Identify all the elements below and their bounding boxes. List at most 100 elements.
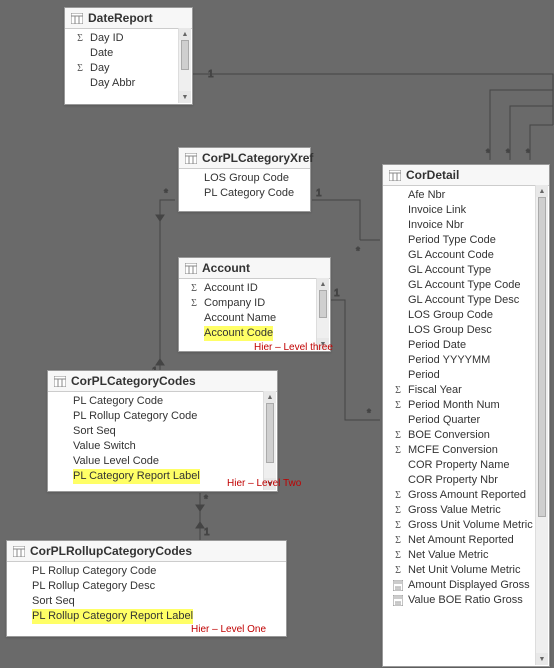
table-header[interactable]: Account — [179, 258, 330, 279]
blank-icon — [73, 48, 87, 60]
field-row[interactable]: Period YYYYMM — [383, 353, 549, 368]
field-row[interactable]: ΣNet Unit Volume Metric — [383, 563, 549, 578]
field-label: Day — [90, 61, 110, 76]
field-row[interactable]: ΣAccount ID — [179, 281, 330, 296]
field-row[interactable]: ΣCompany ID — [179, 296, 330, 311]
field-row[interactable]: Period Date — [383, 338, 549, 353]
field-row[interactable]: ΣBOE Conversion — [383, 428, 549, 443]
table-account[interactable]: Account ΣAccount IDΣCompany IDAccount Na… — [178, 257, 331, 352]
field-row[interactable]: ΣGross Value Metric — [383, 503, 549, 518]
field-row[interactable]: Value BOE Ratio Gross — [383, 593, 549, 608]
field-row[interactable]: Period Quarter — [383, 413, 549, 428]
field-label: GL Account Type Code — [408, 278, 521, 293]
field-row[interactable]: Value Switch — [48, 439, 277, 454]
blank-icon — [391, 280, 405, 292]
table-icon — [185, 263, 197, 274]
table-cordetail[interactable]: CorDetail Afe NbrInvoice LinkInvoice Nbr… — [382, 164, 550, 667]
field-row[interactable]: ΣPeriod Month Num — [383, 398, 549, 413]
field-label: PL Category Code — [73, 394, 163, 409]
scrollbar[interactable]: ▲ ▼ — [316, 278, 329, 350]
scroll-up-icon[interactable]: ▲ — [179, 28, 191, 40]
table-corplcategoryxref[interactable]: CorPLCategoryXref LOS Group CodePL Categ… — [178, 147, 311, 212]
field-row[interactable]: Sort Seq — [48, 424, 277, 439]
field-list: ΣAccount IDΣCompany IDAccount NameAccoun… — [179, 279, 330, 345]
table-icon — [185, 153, 197, 164]
scroll-up-icon[interactable]: ▲ — [317, 278, 329, 290]
field-label: Gross Value Metric — [408, 503, 501, 518]
field-row[interactable]: ΣNet Value Metric — [383, 548, 549, 563]
scroll-thumb[interactable] — [319, 290, 327, 318]
calculator-icon — [391, 595, 405, 607]
sigma-icon: Σ — [391, 400, 405, 412]
field-row[interactable]: LOS Group Desc — [383, 323, 549, 338]
blank-icon — [391, 340, 405, 352]
field-row[interactable]: Amount Displayed Gross — [383, 578, 549, 593]
blank-icon — [187, 188, 201, 200]
field-row[interactable]: COR Property Name — [383, 458, 549, 473]
field-label: Value BOE Ratio Gross — [408, 593, 523, 608]
field-label: Date — [90, 46, 113, 61]
field-row[interactable]: GL Account Type Code — [383, 278, 549, 293]
scroll-thumb[interactable] — [266, 403, 274, 463]
field-label: Account ID — [204, 281, 258, 296]
annotation-level-two: Hier – Level Two — [227, 478, 301, 489]
table-corplrollupcategorycodes[interactable]: CorPLRollupCategoryCodes PL Rollup Categ… — [6, 540, 287, 637]
table-header[interactable]: CorPLCategoryXref — [179, 148, 310, 169]
scrollbar[interactable]: ▲ ▼ — [178, 28, 191, 103]
field-label: Day ID — [90, 31, 124, 46]
scrollbar[interactable]: ▲ ▼ — [263, 391, 276, 490]
table-title: CorPLCategoryCodes — [71, 374, 196, 388]
scroll-up-icon[interactable]: ▲ — [264, 391, 276, 403]
field-row[interactable]: GL Account Type Desc — [383, 293, 549, 308]
table-title: CorDetail — [406, 168, 459, 182]
field-row[interactable]: Period — [383, 368, 549, 383]
field-row[interactable]: ΣMCFE Conversion — [383, 443, 549, 458]
blank-icon — [391, 370, 405, 382]
field-row[interactable]: ΣDay ID — [65, 31, 192, 46]
field-row[interactable]: Value Level Code — [48, 454, 277, 469]
field-row[interactable]: PL Rollup Category Code — [7, 564, 286, 579]
field-row[interactable]: Sort Seq — [7, 594, 286, 609]
field-row[interactable]: PL Rollup Category Code — [48, 409, 277, 424]
field-row[interactable]: PL Rollup Category Desc — [7, 579, 286, 594]
scroll-up-icon[interactable]: ▲ — [536, 185, 548, 197]
field-row[interactable]: ΣFiscal Year — [383, 383, 549, 398]
field-row[interactable]: Day Abbr — [65, 76, 192, 91]
table-header[interactable]: DateReport — [65, 8, 192, 29]
table-header[interactable]: CorPLRollupCategoryCodes — [7, 541, 286, 562]
field-row[interactable]: ΣNet Amount Reported — [383, 533, 549, 548]
field-row[interactable]: Period Type Code — [383, 233, 549, 248]
scroll-thumb[interactable] — [538, 197, 546, 517]
field-label: Company ID — [204, 296, 265, 311]
field-row[interactable]: GL Account Type — [383, 263, 549, 278]
field-row[interactable]: ΣGross Amount Reported — [383, 488, 549, 503]
field-label: LOS Group Desc — [408, 323, 492, 338]
field-label: PL Rollup Category Desc — [32, 579, 155, 594]
scroll-down-icon[interactable]: ▼ — [536, 653, 548, 665]
sigma-icon: Σ — [391, 445, 405, 457]
field-row[interactable]: Account Name — [179, 311, 330, 326]
scrollbar[interactable]: ▲ ▼ — [535, 185, 548, 665]
field-row[interactable]: PL Category Code — [179, 186, 310, 201]
table-header[interactable]: CorPLCategoryCodes — [48, 371, 277, 392]
table-datereport[interactable]: DateReport ΣDay IDDateΣDayDay Abbr ▲ ▼ — [64, 7, 193, 105]
field-row[interactable]: LOS Group Code — [179, 171, 310, 186]
field-label: Fiscal Year — [408, 383, 462, 398]
field-row[interactable]: Invoice Nbr — [383, 218, 549, 233]
field-row[interactable]: Account Code — [179, 326, 330, 341]
field-row[interactable]: Invoice Link — [383, 203, 549, 218]
field-row[interactable]: Date — [65, 46, 192, 61]
table-header[interactable]: CorDetail — [383, 165, 549, 186]
field-row[interactable]: LOS Group Code — [383, 308, 549, 323]
scroll-thumb[interactable] — [181, 40, 189, 70]
table-icon — [71, 13, 83, 24]
field-row[interactable]: ΣGross Unit Volume Metric — [383, 518, 549, 533]
field-row[interactable]: ΣDay — [65, 61, 192, 76]
scroll-down-icon[interactable]: ▼ — [179, 91, 191, 103]
field-row[interactable]: PL Rollup Category Report Label — [7, 609, 286, 624]
field-row[interactable]: Afe Nbr — [383, 188, 549, 203]
field-row[interactable]: PL Category Code — [48, 394, 277, 409]
field-row[interactable]: GL Account Code — [383, 248, 549, 263]
field-row[interactable]: COR Property Nbr — [383, 473, 549, 488]
table-corplcategorycodes[interactable]: CorPLCategoryCodes PL Category CodePL Ro… — [47, 370, 278, 492]
